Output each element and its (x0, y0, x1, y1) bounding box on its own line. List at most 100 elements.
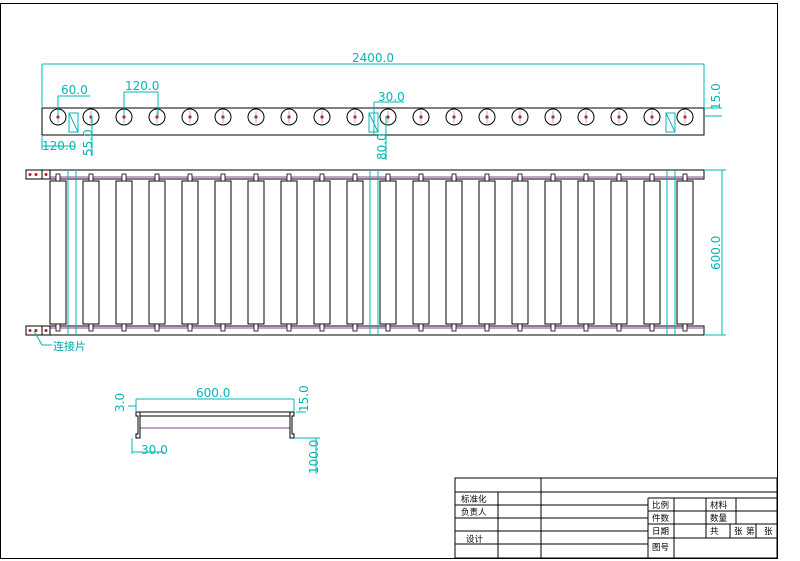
joint-height-label: 80.0 (375, 133, 389, 160)
plan-roller-axle-bottom (220, 323, 226, 332)
section-right-top-label: 15.0 (297, 385, 311, 412)
plan-roller-axle-top (286, 173, 292, 182)
tb-sheet-no: 第 (746, 526, 755, 537)
plan-roller-axle-bottom (682, 323, 688, 332)
tb-drawing-no: 图号 (652, 543, 669, 553)
section-right-bracket (289, 411, 295, 439)
plan-roller (445, 180, 463, 325)
end-offset-label: 120.0 (42, 139, 76, 153)
plan-roller-axle-top (319, 173, 325, 182)
plan-roller-axle-bottom (55, 323, 61, 332)
plan-roller (610, 180, 628, 325)
hole-height-label: 55.0 (81, 129, 95, 156)
rail-height-label: 15.0 (709, 83, 723, 110)
top-view-rollers (49, 108, 694, 126)
plan-view-rollers (49, 173, 694, 332)
plan-roller-axle-top (253, 173, 259, 182)
plan-roller-axle-top (352, 173, 358, 182)
plan-roller-axle-bottom (550, 323, 556, 332)
tb-responsible: 负责人 (461, 507, 487, 518)
pitch-label: 60.0 (61, 83, 88, 97)
section-top-band (139, 411, 291, 417)
plan-roller-axle-top (88, 173, 94, 182)
plan-roller (214, 180, 232, 325)
plan-roller-axle-top (154, 173, 160, 182)
tb-standardization: 标准化 (461, 494, 487, 505)
plan-top-rail (25, 169, 705, 180)
connector-label: 连接片 (53, 340, 86, 353)
plan-roller (313, 180, 331, 325)
plan-roller (280, 180, 298, 325)
joint-marker-right-hatch (665, 112, 676, 133)
section-width-label: 600.0 (196, 386, 230, 400)
section-height-label: 100.0 (307, 440, 321, 474)
plan-roller (82, 180, 100, 325)
plan-roller-axle-top (550, 173, 556, 182)
joint-marker-left-hatch (68, 112, 79, 133)
plan-roller-axle-top (583, 173, 589, 182)
joint-label: 30.0 (378, 90, 405, 104)
plan-roller-axle-bottom (352, 323, 358, 332)
connector-plate-top (25, 169, 51, 180)
plan-roller-axle-top (451, 173, 457, 182)
plan-roller-axle-bottom (187, 323, 193, 332)
tb-quantity: 数量 (710, 513, 728, 524)
plan-roller (115, 180, 133, 325)
spacing-label: 120.0 (125, 79, 159, 93)
plan-roller-axle-bottom (517, 323, 523, 332)
plan-roller-axle-bottom (286, 323, 292, 332)
tb-scale: 比例 (652, 500, 669, 511)
plan-roller-axle-bottom (154, 323, 160, 332)
plan-roller-axle-bottom (616, 323, 622, 332)
plan-roller-axle-bottom (451, 323, 457, 332)
plan-roller-axle-bottom (484, 323, 490, 332)
tb-sheets-unit-2: 张 (764, 527, 773, 537)
plan-roller-axle-top (418, 173, 424, 182)
plan-roller (544, 180, 562, 325)
plan-roller (676, 180, 694, 325)
plan-roller-axle-top (121, 173, 127, 182)
plan-roller (148, 180, 166, 325)
plan-roller-axle-bottom (253, 323, 259, 332)
tb-date: 日期 (652, 527, 669, 537)
plan-view: 600.0 连接片 (25, 169, 726, 353)
connector-plate-bottom (25, 325, 51, 336)
plan-roller (577, 180, 595, 325)
plan-roller-axle-bottom (385, 323, 391, 332)
width-label: 600.0 (709, 236, 723, 270)
plan-roller (49, 180, 67, 325)
top-view: 2400.0 60.0 120.0 30.0 15.0 120.0 55.0 8… (41, 51, 723, 160)
tb-material: 材料 (710, 500, 728, 511)
section-top-offset-label: 3.0 (113, 393, 127, 412)
total-length-label: 2400.0 (352, 51, 394, 65)
plan-roller-axle-bottom (88, 323, 94, 332)
plan-roller-axle-top (484, 173, 490, 182)
plan-roller (412, 180, 430, 325)
plan-roller-axle-bottom (583, 323, 589, 332)
plan-roller-axle-bottom (649, 323, 655, 332)
plan-roller (478, 180, 496, 325)
plan-roller-axle-top (220, 173, 226, 182)
plan-roller-axle-top (55, 173, 61, 182)
plan-roller-axle-top (649, 173, 655, 182)
plan-roller-axle-top (517, 173, 523, 182)
plan-roller-axle-top (385, 173, 391, 182)
plan-roller-axle-bottom (319, 323, 325, 332)
plan-bottom-rail (25, 325, 705, 336)
plan-roller (379, 180, 397, 325)
plan-roller-axle-bottom (418, 323, 424, 332)
tb-sheets-unit-1: 张 (734, 527, 743, 537)
tb-pieces: 件数 (652, 513, 670, 524)
tb-design: 设计 (466, 534, 484, 545)
section-roller (139, 415, 291, 429)
plan-roller (511, 180, 529, 325)
section-left-bracket (135, 411, 141, 439)
title-block (454, 477, 778, 559)
plan-roller-axle-top (187, 173, 193, 182)
plan-roller-axle-top (616, 173, 622, 182)
plan-roller (181, 180, 199, 325)
cad-drawing: 2400.0 60.0 120.0 30.0 15.0 120.0 55.0 8… (0, 3, 778, 559)
plan-roller (346, 180, 364, 325)
section-bottom-label: 30.0 (141, 443, 168, 457)
plan-roller-axle-top (682, 173, 688, 182)
